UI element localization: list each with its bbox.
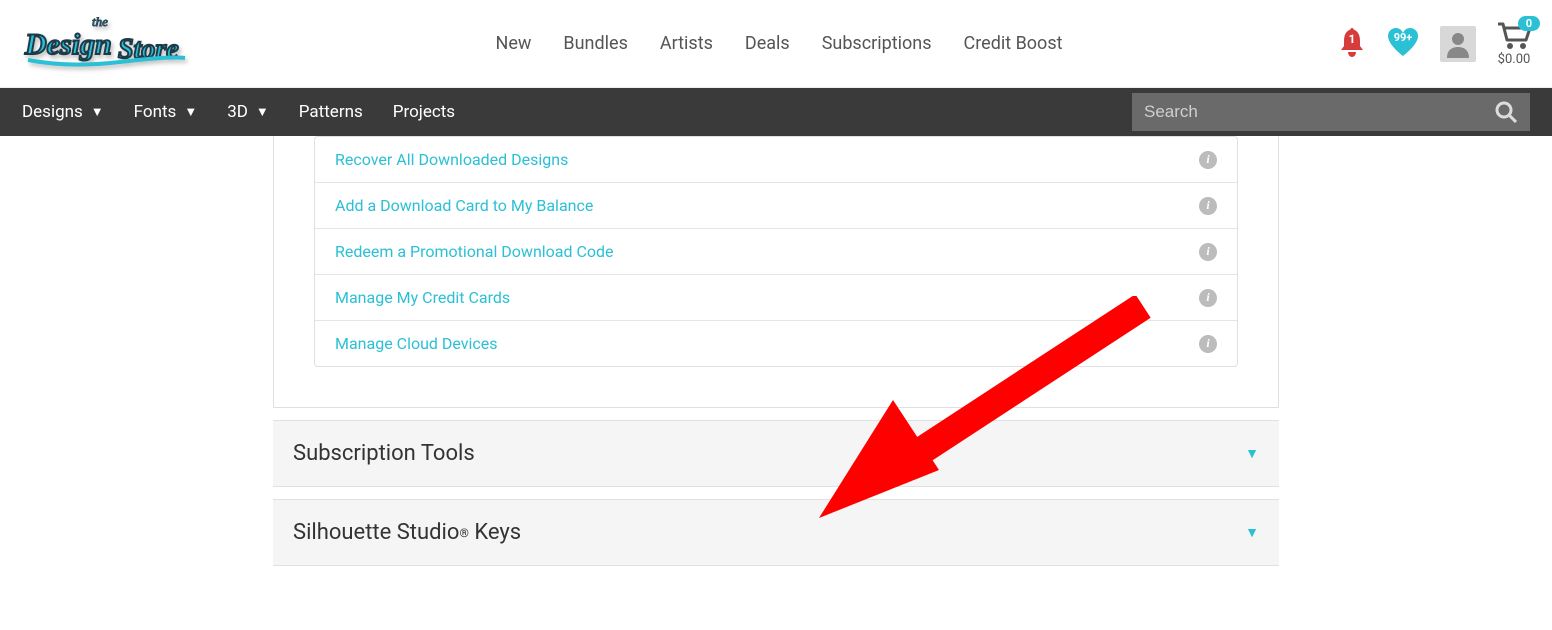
link-redeem-promo[interactable]: Redeem a Promotional Download Code i <box>315 229 1237 275</box>
info-icon[interactable]: i <box>1199 289 1217 307</box>
cart-button[interactable]: 0 $0.00 <box>1496 20 1532 67</box>
accordion-title-suffix: Keys <box>469 520 521 545</box>
link-manage-cards[interactable]: Manage My Credit Cards i <box>315 275 1237 321</box>
link-label: Recover All Downloaded Designs <box>335 150 568 169</box>
nav-3d[interactable]: 3D ▼ <box>227 102 269 122</box>
chevron-down-icon: ▼ <box>256 104 269 120</box>
search-container <box>1132 93 1530 131</box>
chevron-down-icon: ▼ <box>1245 445 1259 462</box>
nav-fonts[interactable]: Fonts ▼ <box>134 102 198 122</box>
nav-patterns[interactable]: Patterns <box>299 102 363 122</box>
design-store-logo: the Design Store <box>20 10 195 78</box>
secondary-nav: Designs ▼ Fonts ▼ 3D ▼ Patterns Projects <box>0 88 1552 136</box>
logo[interactable]: the Design Store <box>20 10 220 78</box>
notifications-badge: 1 <box>1349 32 1356 46</box>
nav-bundles[interactable]: Bundles <box>563 33 627 54</box>
nav-projects[interactable]: Projects <box>393 102 455 122</box>
cart-count-badge: 0 <box>1518 16 1540 31</box>
accordion-subscription-tools: Subscription Tools ▼ <box>273 420 1279 487</box>
content-area: Recover All Downloaded Designs i Add a D… <box>273 136 1279 626</box>
nav-artists[interactable]: Artists <box>660 33 713 54</box>
accordion-title: Subscription Tools <box>293 441 475 466</box>
nav-patterns-label: Patterns <box>299 102 363 122</box>
nav-fonts-label: Fonts <box>134 102 177 122</box>
nav-subscriptions[interactable]: Subscriptions <box>822 33 932 54</box>
search-button[interactable] <box>1482 93 1530 131</box>
user-account-button[interactable] <box>1440 26 1476 62</box>
settings-panel: Recover All Downloaded Designs i Add a D… <box>273 136 1279 408</box>
link-recover-designs[interactable]: Recover All Downloaded Designs i <box>315 137 1237 183</box>
svg-text:the: the <box>92 14 108 29</box>
user-icon <box>1445 30 1471 58</box>
info-icon[interactable]: i <box>1199 197 1217 215</box>
accordion-title: Silhouette Studio® Keys <box>293 520 521 545</box>
link-label: Add a Download Card to My Balance <box>335 196 593 215</box>
cart-total: $0.00 <box>1498 52 1531 67</box>
info-icon[interactable]: i <box>1199 335 1217 353</box>
svg-text:Design: Design <box>24 28 112 61</box>
link-label: Manage Cloud Devices <box>335 334 498 353</box>
nav-designs-label: Designs <box>22 102 83 122</box>
link-label: Manage My Credit Cards <box>335 288 510 307</box>
chevron-down-icon: ▼ <box>1245 524 1259 541</box>
nav-designs[interactable]: Designs ▼ <box>22 102 104 122</box>
header-actions: 1 99+ 0 $0.00 <box>1338 20 1532 67</box>
accordion-header-studio-keys[interactable]: Silhouette Studio® Keys ▼ <box>273 500 1279 566</box>
main-header: the Design Store New Bundles Artists Dea… <box>0 0 1552 88</box>
info-icon[interactable]: i <box>1199 151 1217 169</box>
accordion-studio-keys: Silhouette Studio® Keys ▼ <box>273 499 1279 566</box>
nav-projects-label: Projects <box>393 102 455 122</box>
accordion-header-subscription-tools[interactable]: Subscription Tools ▼ <box>273 421 1279 487</box>
nav-3d-label: 3D <box>227 102 248 122</box>
search-icon <box>1495 101 1517 123</box>
favorites-button[interactable]: 99+ <box>1386 27 1420 61</box>
info-icon[interactable]: i <box>1199 243 1217 261</box>
chevron-down-icon: ▼ <box>91 104 104 120</box>
link-label: Redeem a Promotional Download Code <box>335 242 614 261</box>
nav-deals[interactable]: Deals <box>745 33 790 54</box>
links-list: Recover All Downloaded Designs i Add a D… <box>314 136 1238 367</box>
chevron-down-icon: ▼ <box>184 104 197 120</box>
accordion-title-main: Silhouette Studio <box>293 520 459 545</box>
primary-nav: New Bundles Artists Deals Subscriptions … <box>496 33 1063 54</box>
registered-mark: ® <box>459 526 468 540</box>
link-add-download-card[interactable]: Add a Download Card to My Balance i <box>315 183 1237 229</box>
nav-new[interactable]: New <box>496 33 532 54</box>
link-manage-cloud-devices[interactable]: Manage Cloud Devices i <box>315 321 1237 366</box>
favorites-badge: 99+ <box>1394 31 1413 44</box>
notifications-button[interactable]: 1 <box>1338 26 1366 62</box>
nav-credit-boost[interactable]: Credit Boost <box>964 33 1063 54</box>
search-input[interactable] <box>1132 93 1482 131</box>
